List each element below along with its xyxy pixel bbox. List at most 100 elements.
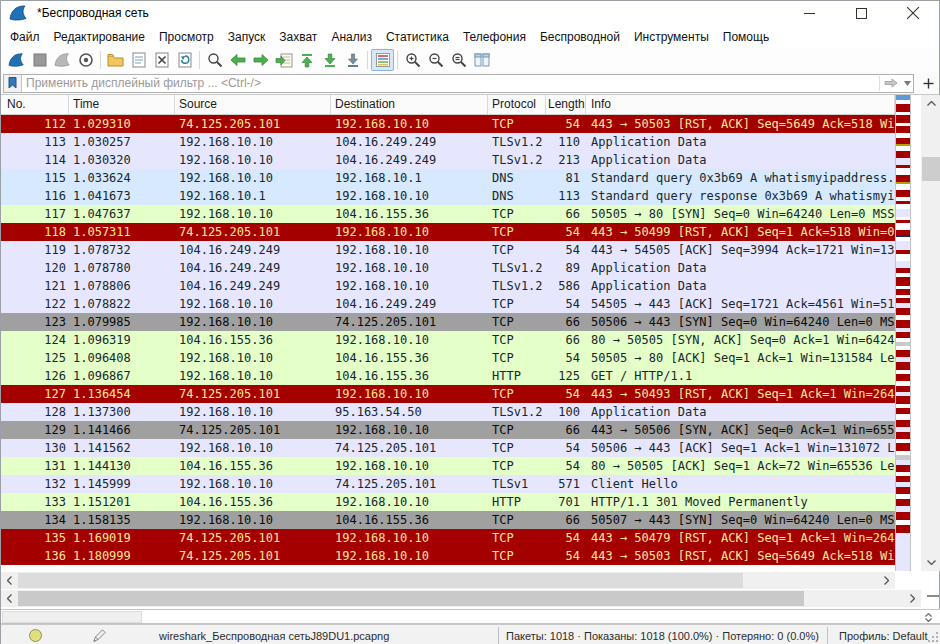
packet-row-129[interactable]: 1291.14146674.125.205.101192.168.10.10TC… xyxy=(1,421,895,439)
column-header-protocol[interactable]: Protocol xyxy=(488,95,546,114)
detail-pane-hscrollbar-thumb[interactable] xyxy=(18,591,804,606)
colorize-packets-icon[interactable] xyxy=(371,49,394,71)
packet-row-118[interactable]: 1181.05731174.125.205.101192.168.10.10TC… xyxy=(1,223,895,241)
apply-filter-icon[interactable] xyxy=(879,76,901,91)
open-file-icon[interactable] xyxy=(104,49,127,71)
column-header-destination[interactable]: Destination xyxy=(331,95,488,114)
menu-item-2[interactable]: Просмотр xyxy=(152,27,221,47)
collapsed-pane-strip xyxy=(1,609,940,624)
packet-row-133[interactable]: 1331.151201104.16.155.36192.168.10.10HTT… xyxy=(1,493,895,511)
menu-item-9[interactable]: Инструменты xyxy=(627,27,716,47)
menu-item-6[interactable]: Статистика xyxy=(379,27,456,47)
filter-bar xyxy=(1,72,939,95)
column-header-time[interactable]: Time xyxy=(69,95,175,114)
packet-row-128[interactable]: 1281.137300192.168.10.1095.163.54.50TLSv… xyxy=(1,403,895,421)
go-back-icon[interactable] xyxy=(226,49,249,71)
scroll-down-icon[interactable] xyxy=(921,554,940,571)
zoom-reset-icon[interactable] xyxy=(447,49,470,71)
zoom-in-icon[interactable] xyxy=(401,49,424,71)
title-bar: *Беспроводная сеть xyxy=(1,1,939,25)
find-packet-icon[interactable] xyxy=(203,49,226,71)
wireshark-logo-icon xyxy=(9,4,29,22)
packet-row-134[interactable]: 1341.158135192.168.10.10104.16.155.36TCP… xyxy=(1,511,895,529)
menu-item-7[interactable]: Телефония xyxy=(456,27,533,47)
add-filter-button-icon[interactable] xyxy=(919,74,937,93)
menu-item-3[interactable]: Запуск xyxy=(221,27,273,47)
maximize-button[interactable] xyxy=(835,1,887,25)
packet-row-130[interactable]: 1301.141562192.168.10.1074.125.205.101TC… xyxy=(1,439,895,457)
packet-row-123[interactable]: 1231.079985192.168.10.1074.125.205.101TC… xyxy=(1,313,895,331)
scroll-right-icon[interactable] xyxy=(878,572,895,589)
capture-options-icon[interactable] xyxy=(74,49,97,71)
packet-row-113[interactable]: 1131.030257192.168.10.10104.16.249.249TL… xyxy=(1,133,895,151)
scroll-up-icon[interactable] xyxy=(921,95,940,112)
zoom-out-icon[interactable] xyxy=(424,49,447,71)
display-filter-input[interactable] xyxy=(22,76,879,90)
packet-row-119[interactable]: 1191.078732104.16.249.249192.168.10.10TC… xyxy=(1,241,895,259)
packet-row-112[interactable]: 1121.02931074.125.205.101192.168.10.10TC… xyxy=(1,115,895,133)
start-capture-icon[interactable] xyxy=(5,49,28,71)
menu-item-5[interactable]: Анализ xyxy=(324,27,379,47)
packet-row-120[interactable]: 1201.078780104.16.249.249192.168.10.10TL… xyxy=(1,259,895,277)
packet-row-116[interactable]: 1161.041673192.168.10.1192.168.10.10DNS1… xyxy=(1,187,895,205)
save-file-icon[interactable] xyxy=(127,49,150,71)
auto-scroll-icon[interactable] xyxy=(341,49,364,71)
statusbar-divider xyxy=(827,627,828,644)
resize-grip[interactable] xyxy=(927,631,939,643)
profile-label[interactable]: Профиль: Default xyxy=(839,630,927,642)
packet-row-136[interactable]: 1361.18099974.125.205.101192.168.10.10TC… xyxy=(1,547,895,565)
capture-comment-icon[interactable] xyxy=(92,629,106,643)
packet-list-hscrollbar-thumb[interactable] xyxy=(18,573,743,588)
packet-row-125[interactable]: 1251.096408192.168.10.10104.16.155.36TCP… xyxy=(1,349,895,367)
packet-counts: Пакеты: 1018 · Показаны: 1018 (100.0%) ·… xyxy=(506,630,819,642)
collapsed-pane-scrollbar-thumb[interactable] xyxy=(2,611,142,623)
display-filter-box[interactable] xyxy=(3,74,914,93)
packet-row-131[interactable]: 1311.144130104.16.155.36192.168.10.10TCP… xyxy=(1,457,895,475)
detail-pane-hscrollbar[interactable] xyxy=(1,590,921,607)
column-header-no[interactable]: No. xyxy=(1,95,69,114)
column-header-length[interactable]: Length xyxy=(546,95,586,114)
packet-row-115[interactable]: 1151.033624192.168.10.10192.168.10.1DNS8… xyxy=(1,169,895,187)
go-last-icon[interactable] xyxy=(318,49,341,71)
menu-item-10[interactable]: Помощь xyxy=(716,27,776,47)
packet-row-135[interactable]: 1351.16901974.125.205.101192.168.10.10TC… xyxy=(1,529,895,547)
packet-row-126[interactable]: 1261.096867192.168.10.10104.16.155.36HTT… xyxy=(1,367,895,385)
packet-list-hscrollbar[interactable] xyxy=(1,572,895,589)
go-first-icon[interactable] xyxy=(295,49,318,71)
spinner-up-icon[interactable] xyxy=(925,613,932,617)
reload-file-icon[interactable] xyxy=(173,49,196,71)
expert-info-icon[interactable] xyxy=(29,629,42,642)
packet-row-117[interactable]: 1171.047637192.168.10.10104.16.155.36TCP… xyxy=(1,205,895,223)
packet-row-127[interactable]: 1271.13645474.125.205.101192.168.10.10TC… xyxy=(1,385,895,403)
filter-bookmark-icon[interactable] xyxy=(4,75,22,92)
packet-row-114[interactable]: 1141.030320192.168.10.10104.16.249.249TL… xyxy=(1,151,895,169)
packet-row-122[interactable]: 1221.078822192.168.10.10104.16.249.249TC… xyxy=(1,295,895,313)
vertical-scrollbar[interactable] xyxy=(921,95,940,571)
stop-capture-icon[interactable] xyxy=(28,49,51,71)
filter-dropdown-icon[interactable] xyxy=(901,76,913,91)
menu-item-1[interactable]: Редактирование xyxy=(47,27,152,47)
vertical-scrollbar-thumb[interactable] xyxy=(922,157,940,181)
minimize-button[interactable] xyxy=(783,1,835,25)
close-button[interactable] xyxy=(887,1,939,25)
scroll-left-icon[interactable] xyxy=(1,590,18,607)
close-file-icon[interactable] xyxy=(150,49,173,71)
splitter-handle[interactable] xyxy=(927,595,939,597)
scroll-right-icon[interactable] xyxy=(904,590,921,607)
resize-columns-icon[interactable] xyxy=(470,49,493,71)
column-header-info[interactable]: Info xyxy=(586,95,895,114)
menu-item-0[interactable]: Файл xyxy=(3,27,47,47)
collapsed-pane-spinner[interactable] xyxy=(922,610,934,624)
restart-capture-icon[interactable] xyxy=(51,49,74,71)
packet-row-132[interactable]: 1321.145999192.168.10.1074.125.205.101TL… xyxy=(1,475,895,493)
menu-item-4[interactable]: Захват xyxy=(272,27,324,47)
go-forward-icon[interactable] xyxy=(249,49,272,71)
spinner-down-icon[interactable] xyxy=(925,618,932,622)
scroll-left-icon[interactable] xyxy=(1,572,18,589)
packet-row-124[interactable]: 1241.096319104.16.155.36192.168.10.10TCP… xyxy=(1,331,895,349)
menu-item-8[interactable]: Беспроводной xyxy=(533,27,627,47)
column-header-source[interactable]: Source xyxy=(175,95,331,114)
go-to-packet-icon[interactable] xyxy=(272,49,295,71)
packet-row-121[interactable]: 1211.078806104.16.249.249192.168.10.10TL… xyxy=(1,277,895,295)
packet-map-scrollbar[interactable] xyxy=(895,95,911,571)
